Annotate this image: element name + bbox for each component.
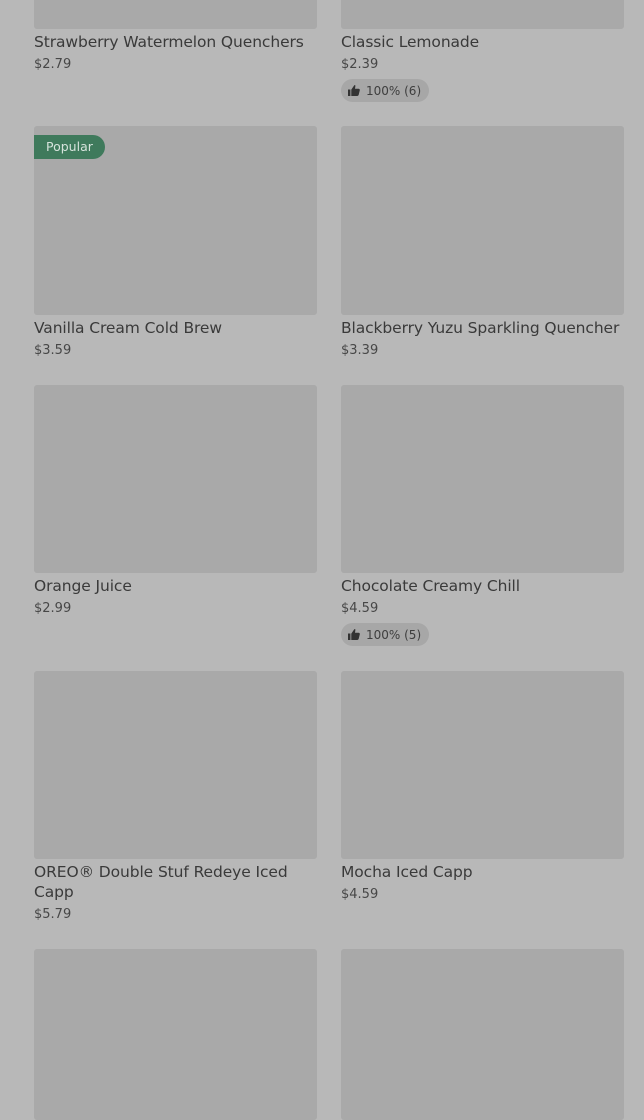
product-name[interactable]: Classic Lemonade (341, 32, 624, 52)
product-name[interactable]: Blackberry Yuzu Sparkling Quencher (341, 318, 641, 338)
product-name[interactable]: Orange Juice (34, 576, 317, 596)
product-card[interactable]: OREO® Double Stuf Redeye Iced Capp $5.79 (34, 671, 317, 931)
product-card[interactable]: Classic Lemonade $2.39 100% (6) (341, 0, 624, 110)
rating-pill: 100% (5) (341, 623, 430, 646)
product-image[interactable] (341, 126, 624, 315)
product-price: $3.59 (34, 343, 72, 358)
product-card[interactable] (34, 949, 317, 1120)
thumbs-up-icon (348, 85, 360, 96)
product-price: $5.79 (34, 907, 72, 922)
product-image[interactable] (34, 0, 317, 29)
product-card[interactable]: Popular Vanilla Cream Cold Brew $3.59 (34, 126, 317, 366)
product-price: $3.39 (341, 343, 379, 358)
product-price: $2.99 (34, 601, 72, 616)
popular-badge: Popular (34, 135, 105, 159)
thumbs-up-icon (348, 629, 360, 640)
product-image[interactable] (341, 949, 624, 1120)
product-grid: Strawberry Watermelon Quenchers $2.79 Cl… (0, 0, 644, 1120)
product-price: $4.59 (341, 601, 379, 616)
product-card[interactable]: Chocolate Creamy Chill $4.59 100% (5) (341, 385, 624, 655)
product-image[interactable] (34, 949, 317, 1120)
product-image[interactable] (341, 0, 624, 29)
rating-pill: 100% (6) (341, 79, 430, 102)
rating-text: 100% (5) (366, 627, 422, 642)
product-name[interactable]: OREO® Double Stuf Redeye Iced Capp (34, 862, 304, 902)
rating-text: 100% (6) (366, 83, 422, 98)
product-name[interactable]: Vanilla Cream Cold Brew (34, 318, 317, 338)
product-card[interactable] (341, 949, 624, 1120)
product-name[interactable]: Chocolate Creamy Chill (341, 576, 624, 596)
product-price: $2.79 (34, 57, 72, 72)
product-image[interactable] (34, 385, 317, 573)
product-card[interactable]: Mocha Iced Capp $4.59 (341, 671, 624, 931)
product-card[interactable]: Orange Juice $2.99 (34, 385, 317, 625)
product-price: $2.39 (341, 57, 379, 72)
product-name[interactable]: Mocha Iced Capp (341, 862, 624, 882)
product-image[interactable] (34, 671, 317, 859)
product-card[interactable]: Blackberry Yuzu Sparkling Quencher $3.39 (341, 126, 624, 366)
product-image[interactable] (341, 385, 624, 573)
product-price: $4.59 (341, 887, 379, 902)
product-image[interactable] (341, 671, 624, 859)
product-card[interactable]: Strawberry Watermelon Quenchers $2.79 (34, 0, 317, 80)
product-name[interactable]: Strawberry Watermelon Quenchers (34, 32, 317, 52)
